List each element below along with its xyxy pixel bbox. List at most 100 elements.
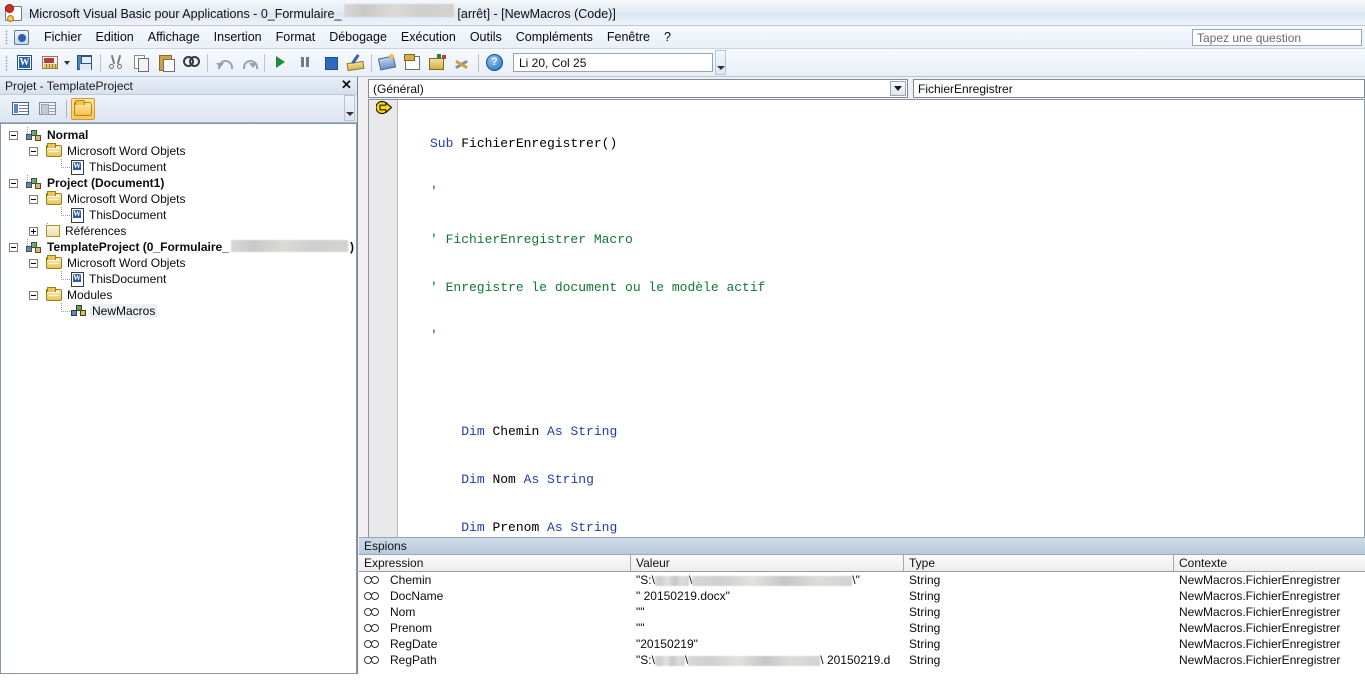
watch-row[interactable]: Nom "" String NewMacros.FichierEnregistr… [359,604,1365,620]
column-header-type[interactable]: Type [904,555,1174,571]
expand-toggle-icon[interactable] [29,194,38,204]
tree-item-templateproject[interactable]: TemplateProject (0_Formulaire_ ) [1,239,356,255]
undo-button[interactable] [212,51,235,74]
redacted-value-part [688,655,821,666]
menu-aide[interactable]: ? [657,27,678,47]
design-mode-button[interactable] [344,51,367,74]
watch-column-headers: Expression Valeur Type Contexte [359,555,1365,572]
tree-item-word-objects[interactable]: Microsoft Word Objets [1,191,356,207]
watch-type: String [909,621,941,635]
vba-app-icon [5,3,23,22]
toolbar-overflow-chevron-down-icon[interactable] [715,50,726,75]
toolbar-separator [207,53,208,72]
userform-icon [41,56,58,69]
redacted-value-part [692,575,853,586]
watch-row[interactable]: RegDate "20150219" String NewMacros.Fich… [359,636,1365,652]
close-icon[interactable]: ✕ [339,78,354,93]
watch-rows[interactable]: Chemin "S:\ \ \" String NewMacros.FichierE… [359,572,1365,680]
tree-item-thisdocument[interactable]: ThisDocument [1,207,356,223]
menubar-grip[interactable] [3,29,10,45]
procedure-combo[interactable]: FichierEnregistrer [913,79,1365,98]
run-button[interactable] [269,51,292,74]
toolbox-button[interactable] [451,51,474,74]
project-tree[interactable]: Normal Microsoft Word Objets ThisDocumen… [0,123,357,674]
tree-item-project-document1[interactable]: Project (Document1) [1,175,356,191]
tree-item-label: ThisDocument [89,160,167,174]
design-mode-icon [347,54,364,71]
break-button[interactable] [294,51,317,74]
insert-userform-button[interactable] [38,51,61,74]
watch-value-suffix: \" [852,573,860,587]
watch-row[interactable]: RegPath "S:\ \ \ 20150219.d String NewMacr… [359,652,1365,668]
watch-row[interactable]: DocName " 20150219.docx" String NewMacro… [359,588,1365,604]
cursor-position-indicator: Li 20, Col 25 [513,53,713,72]
tree-item-label: ThisDocument [89,272,167,286]
view-object-button[interactable] [35,98,59,120]
insert-dropdown-chevron-down-icon[interactable] [62,51,72,74]
cut-icon [108,54,125,71]
watch-row[interactable]: Prenom "" String NewMacros.FichierEnregi… [359,620,1365,636]
tree-item-word-objects[interactable]: Microsoft Word Objets [1,143,356,159]
project-toolbar-overflow-chevron-down-icon[interactable] [344,95,355,121]
watch-context: NewMacros.FichierEnregistrer [1179,653,1341,667]
tree-item-normal[interactable]: Normal [1,127,356,143]
chevron-down-icon[interactable] [890,81,906,96]
reset-button[interactable] [319,51,342,74]
menu-debogage[interactable]: Débogage [322,27,394,47]
watch-value-prefix: "S:\ [636,573,655,587]
ask-question-input[interactable]: Tapez une question [1192,29,1362,46]
watch-value-prefix: "S:\ [636,653,655,667]
redo-button[interactable] [237,51,260,74]
object-combo[interactable]: (Général) [368,79,908,98]
column-header-valeur[interactable]: Valeur [631,555,904,571]
expand-toggle-icon[interactable] [29,226,38,236]
tree-item-thisdocument[interactable]: ThisDocument [1,159,356,175]
toggle-folders-button[interactable] [71,97,95,120]
copy-button[interactable] [130,51,153,74]
menu-outils[interactable]: Outils [463,27,509,47]
menu-fichier[interactable]: Fichier [37,27,89,47]
tree-item-newmacros[interactable]: NewMacros [1,303,356,319]
vba-menu-icon[interactable] [12,28,31,47]
properties-window-button[interactable] [401,51,424,74]
menu-format[interactable]: Format [269,27,323,47]
find-button[interactable] [180,51,203,74]
toolbar-grip[interactable] [3,54,10,71]
expand-toggle-icon[interactable] [29,290,38,300]
watch-row[interactable]: Chemin "S:\ \ \" String NewMacros.FichierE… [359,572,1365,588]
save-button[interactable] [73,51,96,74]
help-button[interactable] [483,51,506,74]
menu-complements[interactable]: Compléments [509,27,600,47]
tree-connector [53,159,70,175]
menu-affichage[interactable]: Affichage [141,27,207,47]
expand-toggle-icon[interactable] [9,178,18,188]
column-header-contexte[interactable]: Contexte [1174,555,1365,571]
expand-toggle-icon[interactable] [29,146,38,156]
object-browser-button[interactable] [426,51,449,74]
binoculars-watch-icon [359,656,385,664]
tree-connector [53,303,70,319]
expand-toggle-icon[interactable] [9,242,18,252]
watch-context: NewMacros.FichierEnregistrer [1179,637,1341,651]
menu-edition[interactable]: Edition [89,27,141,47]
paste-button[interactable] [155,51,178,74]
tree-item-word-objects[interactable]: Microsoft Word Objets [1,255,356,271]
menu-execution[interactable]: Exécution [394,27,463,47]
menu-insertion[interactable]: Insertion [207,27,269,47]
expand-toggle-icon[interactable] [29,258,38,268]
cut-button[interactable] [105,51,128,74]
tree-item-modules[interactable]: Modules [1,287,356,303]
column-header-expression[interactable]: Expression [359,555,631,571]
tree-connector [39,191,56,207]
view-word-button[interactable] [13,51,36,74]
tree-item-thisdocument[interactable]: ThisDocument [1,271,356,287]
toolbar-separator [66,99,67,118]
redacted-project-filename [230,240,348,252]
tree-item-references[interactable]: Références [1,223,356,239]
watch-value: " 20150219.docx" [636,589,730,603]
project-explorer-button[interactable] [376,51,399,74]
expand-toggle-icon[interactable] [9,130,18,140]
tree-connector [19,127,36,143]
view-code-button[interactable] [8,98,32,120]
menu-fenetre[interactable]: Fenêtre [600,27,657,47]
